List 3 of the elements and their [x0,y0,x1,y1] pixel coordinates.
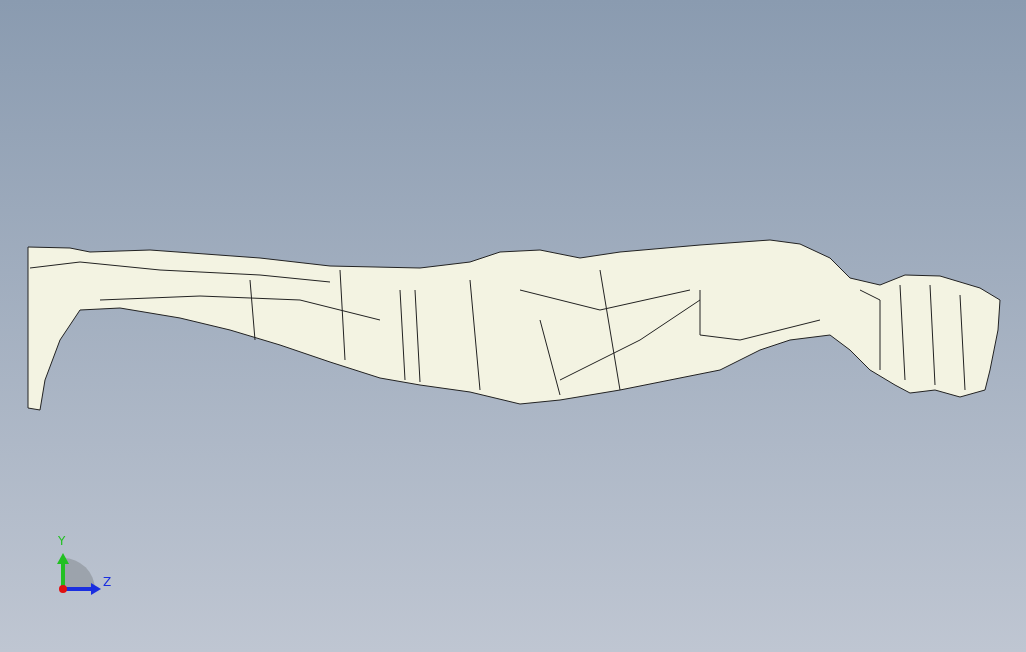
axis-label: Y [58,535,66,547]
axis-label: Z [103,576,112,588]
origin-icon [59,585,67,593]
